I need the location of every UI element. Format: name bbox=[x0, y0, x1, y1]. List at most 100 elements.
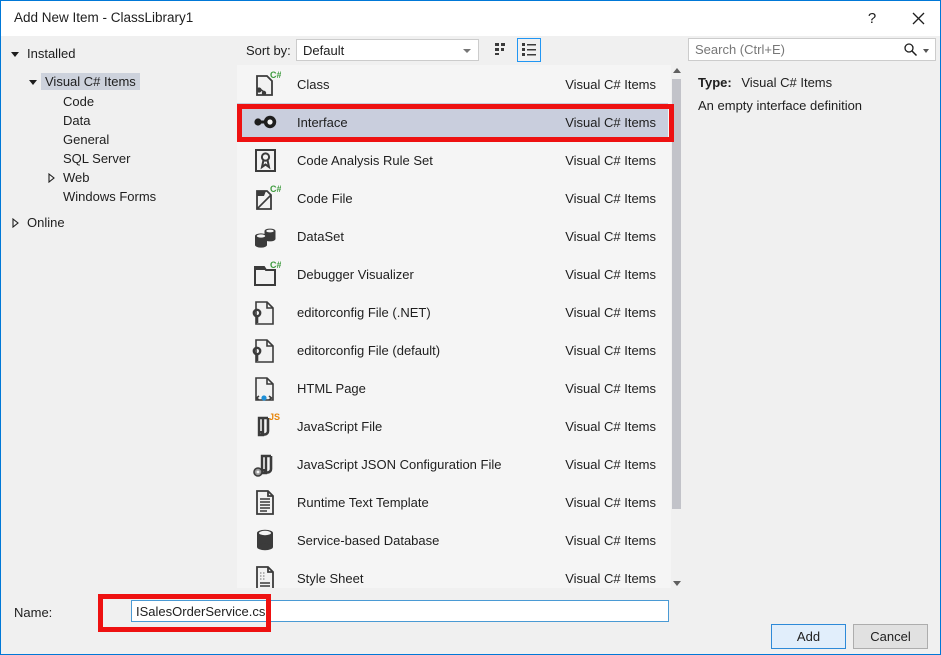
list-item[interactable]: C# Class Visual C# Items bbox=[237, 65, 668, 103]
tree-item-sql-server[interactable]: SQL Server bbox=[43, 149, 134, 168]
detail-type-row: Type: Visual C# Items bbox=[698, 75, 832, 90]
tree-expander-placeholder bbox=[43, 189, 59, 205]
database-icon bbox=[249, 524, 281, 556]
list-item[interactable]: C# Code File Visual C# Items bbox=[237, 179, 668, 217]
svg-text:C#: C# bbox=[270, 70, 281, 80]
list-item[interactable]: editorconfig File (.NET) Visual C# Items bbox=[237, 293, 668, 331]
list-item[interactable]: Service-based Database Visual C# Items bbox=[237, 521, 668, 559]
interface-icon bbox=[249, 106, 281, 138]
tree-item-label: Code bbox=[63, 94, 95, 109]
tree-item-windows-forms[interactable]: Windows Forms bbox=[43, 187, 160, 206]
list-item-category: Visual C# Items bbox=[565, 190, 656, 206]
tree-expander-placeholder bbox=[43, 151, 59, 167]
list-item-name: Service-based Database bbox=[297, 532, 440, 548]
triangle-down-icon bbox=[672, 581, 681, 586]
tree-item-label: Visual C# Items bbox=[41, 73, 140, 90]
cancel-button[interactable]: Cancel bbox=[853, 624, 928, 649]
list-item-category: Visual C# Items bbox=[565, 456, 656, 472]
tree-expander-placeholder bbox=[43, 132, 59, 148]
list-item[interactable]: editorconfig File (default) Visual C# Ite… bbox=[237, 331, 668, 369]
list-item-name: Code File bbox=[297, 190, 353, 206]
tiles-view-icon bbox=[494, 41, 510, 60]
list-item-category: Visual C# Items bbox=[565, 342, 656, 358]
close-icon bbox=[912, 12, 925, 25]
sort-by-value: Default bbox=[303, 43, 345, 58]
debugger-visualizer-icon: C# bbox=[249, 258, 281, 290]
sort-by-label: Sort by: bbox=[246, 43, 291, 58]
list-item-name: Debugger Visualizer bbox=[297, 266, 414, 282]
chevron-collapsed-icon[interactable] bbox=[7, 215, 23, 231]
text-template-icon bbox=[249, 486, 281, 518]
list-item[interactable]: JS JavaScript File Visual C# Items bbox=[237, 407, 668, 445]
list-item-name: Code Analysis Rule Set bbox=[297, 152, 433, 168]
list-item-category: Visual C# Items bbox=[565, 532, 656, 548]
list-item[interactable]: JavaScript JSON Configuration File Visual… bbox=[237, 445, 668, 483]
scrollbar-thumb[interactable] bbox=[672, 79, 681, 509]
add-button[interactable]: Add bbox=[771, 624, 846, 649]
list-item-category: Visual C# Items bbox=[565, 76, 656, 92]
add-new-item-dialog: Add New Item - ClassLibrary1 ? Installed… bbox=[0, 0, 941, 655]
json-config-icon bbox=[249, 448, 281, 480]
item-template-list[interactable]: C# Class Visual C# Items Interface Visual C#… bbox=[237, 65, 682, 589]
list-view-button[interactable] bbox=[517, 38, 541, 62]
sort-by-dropdown[interactable]: Default bbox=[296, 39, 479, 61]
tree-item-label: Web bbox=[63, 170, 90, 185]
list-item[interactable]: Runtime Text Template Visual C# Items bbox=[237, 483, 668, 521]
close-button[interactable] bbox=[895, 1, 940, 35]
chevron-collapsed-icon[interactable] bbox=[43, 170, 59, 186]
list-item[interactable]: Interface Visual C# Items bbox=[237, 103, 668, 141]
svg-text:JS: JS bbox=[269, 412, 280, 422]
details-pane: Type: Visual C# Items An empty interface… bbox=[685, 65, 940, 589]
tree-item-label: Online bbox=[27, 215, 65, 230]
list-item[interactable]: HTML Page Visual C# Items bbox=[237, 369, 668, 407]
tree-item-general[interactable]: General bbox=[43, 130, 113, 149]
scroll-up-button[interactable] bbox=[671, 65, 682, 76]
tree-item-web[interactable]: Web bbox=[43, 168, 94, 187]
tiles-view-button[interactable] bbox=[490, 38, 514, 62]
dialog-footer: Name: Add Cancel bbox=[1, 588, 940, 654]
detail-description: An empty interface definition bbox=[698, 98, 863, 113]
list-item-name: Runtime Text Template bbox=[297, 494, 429, 510]
list-item-name: Interface bbox=[297, 114, 348, 130]
detail-type-label: Type: bbox=[698, 75, 732, 90]
chevron-expanded-icon[interactable] bbox=[25, 74, 41, 90]
tree-item-visual-c-items[interactable]: Visual C# Items bbox=[25, 72, 140, 91]
sort-bar: Sort by: Default bbox=[235, 36, 682, 66]
tree-item-code[interactable]: Code bbox=[43, 92, 98, 111]
help-button[interactable]: ? bbox=[849, 1, 895, 35]
list-item-category: Visual C# Items bbox=[565, 494, 656, 510]
list-item[interactable]: DataSet Visual C# Items bbox=[237, 217, 668, 255]
dataset-icon bbox=[249, 220, 281, 252]
triangle-up-icon bbox=[672, 68, 681, 73]
tree-item-installed[interactable]: Installed bbox=[7, 44, 79, 63]
list-item-category: Visual C# Items bbox=[565, 380, 656, 396]
list-item[interactable]: Style Sheet Visual C# Items bbox=[237, 559, 668, 589]
list-scrollbar[interactable] bbox=[671, 65, 682, 589]
svg-text:C#: C# bbox=[270, 260, 281, 270]
list-item[interactable]: C# Debugger Visualizer Visual C# Items bbox=[237, 255, 668, 293]
style-sheet-icon bbox=[249, 562, 281, 589]
list-item[interactable]: Code Analysis Rule Set Visual C# Items bbox=[237, 141, 668, 179]
list-item-category: Visual C# Items bbox=[565, 266, 656, 282]
list-item-category: Visual C# Items bbox=[565, 114, 656, 130]
tree-expander-placeholder bbox=[43, 94, 59, 110]
tree-item-label: SQL Server bbox=[63, 151, 131, 166]
editorconfig-icon bbox=[249, 334, 281, 366]
list-item-category: Visual C# Items bbox=[565, 152, 656, 168]
list-item-name: Style Sheet bbox=[297, 570, 364, 586]
name-input[interactable] bbox=[131, 600, 669, 622]
templates-tree: Installed Visual C# Items Code Data General S… bbox=[1, 36, 235, 588]
detail-type-value: Visual C# Items bbox=[741, 75, 833, 90]
list-item-name: DataSet bbox=[297, 228, 344, 244]
search-icon[interactable] bbox=[903, 42, 918, 60]
javascript-file-icon: JS bbox=[249, 410, 281, 442]
tree-expander-placeholder bbox=[43, 113, 59, 129]
search-placeholder: Search (Ctrl+E) bbox=[695, 42, 785, 57]
tree-item-data[interactable]: Data bbox=[43, 111, 94, 130]
chevron-expanded-icon[interactable] bbox=[7, 46, 23, 62]
list-item-name: Class bbox=[297, 76, 330, 92]
list-item-category: Visual C# Items bbox=[565, 570, 656, 586]
search-dropdown-caret-icon[interactable] bbox=[923, 49, 929, 53]
tree-item-online[interactable]: Online bbox=[7, 213, 69, 232]
search-box[interactable]: Search (Ctrl+E) bbox=[688, 38, 936, 61]
